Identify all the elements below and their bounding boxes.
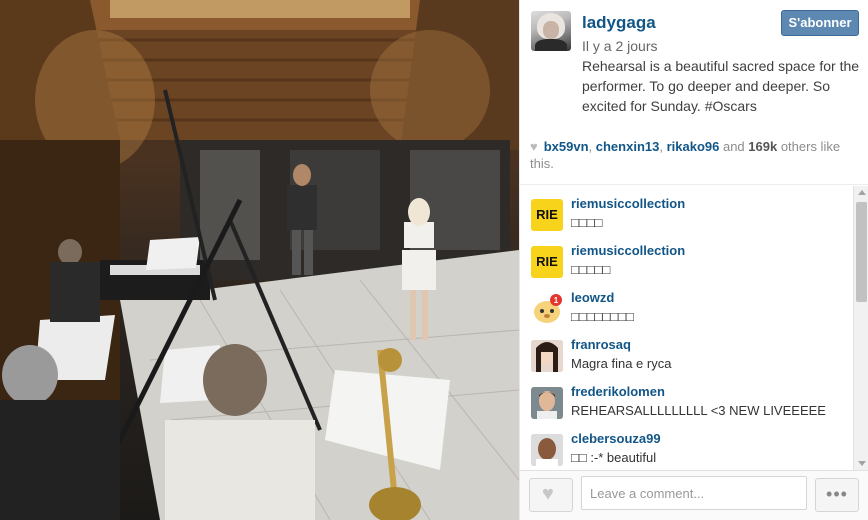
list-item: franrosaq Magra fina e ryca (520, 327, 852, 373)
commenter-avatar[interactable] (531, 434, 563, 466)
commenter-name[interactable]: riemusiccollection (571, 243, 685, 258)
comment-text: □□□□ (571, 215, 603, 230)
svg-text:1: 1 (554, 296, 559, 305)
like-user[interactable]: chenxin13 (596, 139, 660, 154)
heart-icon: ♥ (530, 139, 538, 154)
likes-summary: ♥ bx59vn, chenxin13, rikako96 and 169k ot… (530, 138, 860, 172)
comment-list: RIE riemusiccollection □□□□ RIE riemusic… (520, 186, 852, 470)
commenter-name[interactable]: franrosaq (571, 337, 631, 352)
commenter-name[interactable]: frederikolomen (571, 384, 665, 399)
more-options-button[interactable]: ••• (815, 478, 859, 512)
likes-count[interactable]: 169k (748, 139, 777, 154)
commenter-avatar[interactable]: RIE (531, 246, 563, 278)
avatar-face (543, 21, 559, 39)
list-item: RIE riemusiccollection □□□□□ (520, 233, 852, 279)
scroll-down-icon[interactable] (858, 461, 866, 466)
post-caption: Rehearsal is a beautiful sacred space fo… (582, 58, 860, 114)
photo-scene (0, 0, 519, 520)
likes-and: and (719, 139, 749, 154)
post-header: ladygaga Il y a 2 jours Rehearsal is a b… (520, 0, 868, 128)
person-avatar-icon (531, 387, 563, 419)
comment-input[interactable] (581, 476, 807, 510)
like-button[interactable]: ♥ (529, 478, 573, 512)
scrollbar-thumb[interactable] (856, 202, 867, 302)
likes-separator: , (588, 139, 596, 154)
commenter-name[interactable]: leowzd (571, 290, 614, 305)
follow-button[interactable]: S'abonner (781, 10, 859, 36)
avatar[interactable] (531, 11, 571, 51)
cartoon-avatar-icon: 1 (534, 294, 562, 323)
ellipsis-icon: ••• (826, 484, 848, 504)
scroll-up-icon[interactable] (858, 190, 866, 195)
comment-text: REHEARSALLLLLLLLL <3 NEW LIVEEEEE (571, 403, 826, 418)
comment-text: □□□□□ (571, 262, 611, 277)
heart-icon: ♥ (542, 483, 554, 505)
comments-scrollbar[interactable] (853, 186, 868, 470)
person-avatar-icon (531, 340, 563, 372)
like-user[interactable]: rikako96 (667, 139, 720, 154)
post-panel: ladygaga Il y a 2 jours Rehearsal is a b… (519, 0, 868, 520)
post-photo (0, 0, 519, 520)
divider (520, 184, 868, 185)
list-item: clebersouza99 □□ :-* beautiful (520, 421, 852, 467)
list-item: frederikolomen REHEARSALLLLLLLLL <3 NEW … (520, 374, 852, 420)
commenter-avatar[interactable]: 1 (531, 293, 563, 325)
comment-text: □□ :-* beautiful (571, 450, 657, 465)
comment-footer: ♥ ••• (520, 470, 868, 520)
person-avatar-icon (531, 434, 563, 466)
post-time[interactable]: Il y a 2 jours (582, 38, 657, 54)
like-user[interactable]: bx59vn (544, 139, 589, 154)
list-item: 1 leowzd □□□□□□□□ (520, 280, 852, 326)
avatar-body (535, 39, 567, 51)
post-username[interactable]: ladygaga (582, 13, 656, 33)
commenter-avatar[interactable] (531, 340, 563, 372)
likes-separator: , (659, 139, 667, 154)
list-item: RIE riemusiccollection □□□□ (520, 186, 852, 232)
commenter-name[interactable]: clebersouza99 (571, 431, 661, 446)
commenter-avatar[interactable]: RIE (531, 199, 563, 231)
comment-text: □□□□□□□□ (571, 309, 634, 324)
commenter-name[interactable]: riemusiccollection (571, 196, 685, 211)
commenter-avatar[interactable] (531, 387, 563, 419)
comment-text: Magra fina e ryca (571, 356, 672, 371)
